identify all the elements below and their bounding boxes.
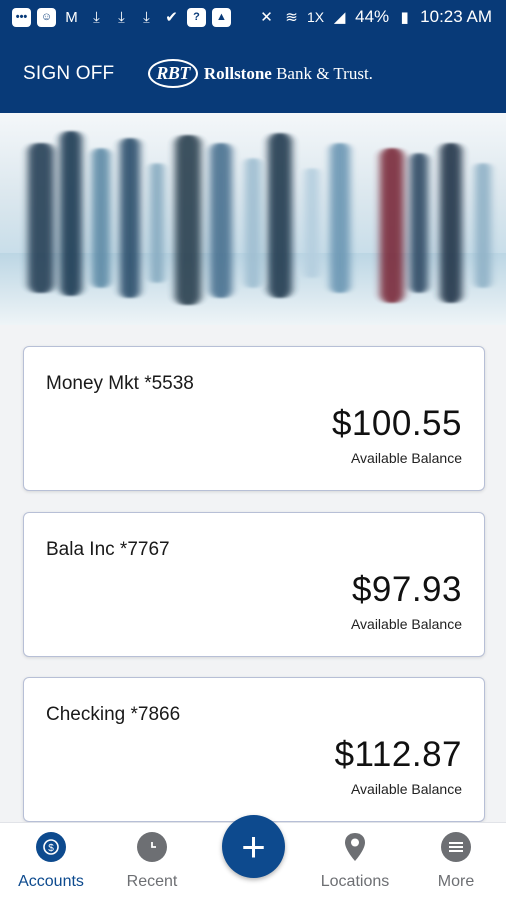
account-name: Bala Inc *7767 bbox=[46, 539, 170, 560]
svg-text:$: $ bbox=[48, 843, 54, 854]
messages-icon: ••• bbox=[12, 7, 31, 27]
brand-name: Rollstone Bank & Trust. bbox=[203, 63, 373, 83]
nav-label: Recent bbox=[126, 873, 178, 890]
system-status: ✕ ≋ 1X ◢ 44% ▮ 10:23 AM bbox=[257, 7, 492, 27]
account-card[interactable]: Bala Inc *7767 $97.93 Available Balance bbox=[23, 512, 485, 657]
battery-percent: 44% bbox=[355, 7, 390, 26]
network-badge: 1X bbox=[307, 9, 325, 25]
hero-image bbox=[0, 113, 506, 325]
balance-label: Available Balance bbox=[350, 781, 462, 797]
nav-label: More bbox=[437, 873, 475, 890]
download-icon: ⤓ bbox=[143, 8, 150, 26]
account-card[interactable]: Money Mkt *5538 $100.55 Available Balanc… bbox=[23, 346, 485, 491]
account-balance: $100.55 bbox=[331, 404, 462, 443]
image-icon: ▲ bbox=[212, 7, 231, 27]
account-name: Money Mkt *5538 bbox=[46, 373, 194, 394]
clock: 10:23 AM bbox=[420, 7, 492, 26]
blurred-crowd-illustration bbox=[0, 131, 506, 325]
chat-icon: ☺ bbox=[37, 7, 56, 27]
accounts-icon: $ bbox=[36, 832, 66, 862]
account-card[interactable]: Checking *7866 $112.87 Available Balance bbox=[23, 677, 485, 822]
bank-logo: RBT Rollstone Bank & Trust. bbox=[148, 59, 373, 88]
help-icon: ? bbox=[187, 7, 206, 27]
signal-icon: ◢ bbox=[333, 8, 346, 26]
nav-label: Locations bbox=[320, 873, 390, 890]
app-header: SIGN OFF RBT Rollstone Bank & Trust. bbox=[0, 34, 506, 113]
menu-icon bbox=[441, 832, 471, 862]
balance-label: Available Balance bbox=[350, 616, 462, 632]
clock-icon bbox=[137, 832, 167, 862]
notification-icons: ••• ☺ M ⤓ ⤓ ⤓ ✔ ? ▲ bbox=[12, 7, 257, 27]
account-balance: $112.87 bbox=[334, 735, 462, 774]
accounts-list: Money Mkt *5538 $100.55 Available Balanc… bbox=[0, 325, 506, 822]
download-icon: ⤓ bbox=[118, 8, 125, 26]
account-balance: $97.93 bbox=[351, 570, 462, 609]
add-button[interactable]: + bbox=[222, 815, 285, 878]
sign-off-button[interactable]: SIGN OFF bbox=[23, 63, 114, 85]
mute-icon: ✕ bbox=[260, 8, 273, 26]
wifi-icon: ≋ bbox=[285, 8, 298, 26]
balance-label: Available Balance bbox=[350, 450, 462, 466]
nav-label: Accounts bbox=[18, 873, 84, 890]
nav-more[interactable]: More bbox=[406, 823, 506, 900]
nav-recent[interactable]: Recent bbox=[102, 823, 202, 900]
download-icon: ⤓ bbox=[93, 8, 100, 26]
account-name: Checking *7866 bbox=[46, 704, 181, 725]
nav-accounts[interactable]: $ Accounts bbox=[1, 823, 101, 900]
gmail-icon: M bbox=[65, 8, 78, 26]
status-bar: ••• ☺ M ⤓ ⤓ ⤓ ✔ ? ▲ ✕ ≋ 1X ◢ 44% ▮ 10:23… bbox=[0, 0, 506, 34]
nav-locations[interactable]: Locations bbox=[305, 823, 405, 900]
logo-mark: RBT bbox=[148, 59, 198, 88]
battery-icon: ▮ bbox=[400, 8, 409, 26]
location-pin-icon bbox=[340, 832, 370, 862]
check-badge-icon: ✔ bbox=[165, 8, 178, 26]
